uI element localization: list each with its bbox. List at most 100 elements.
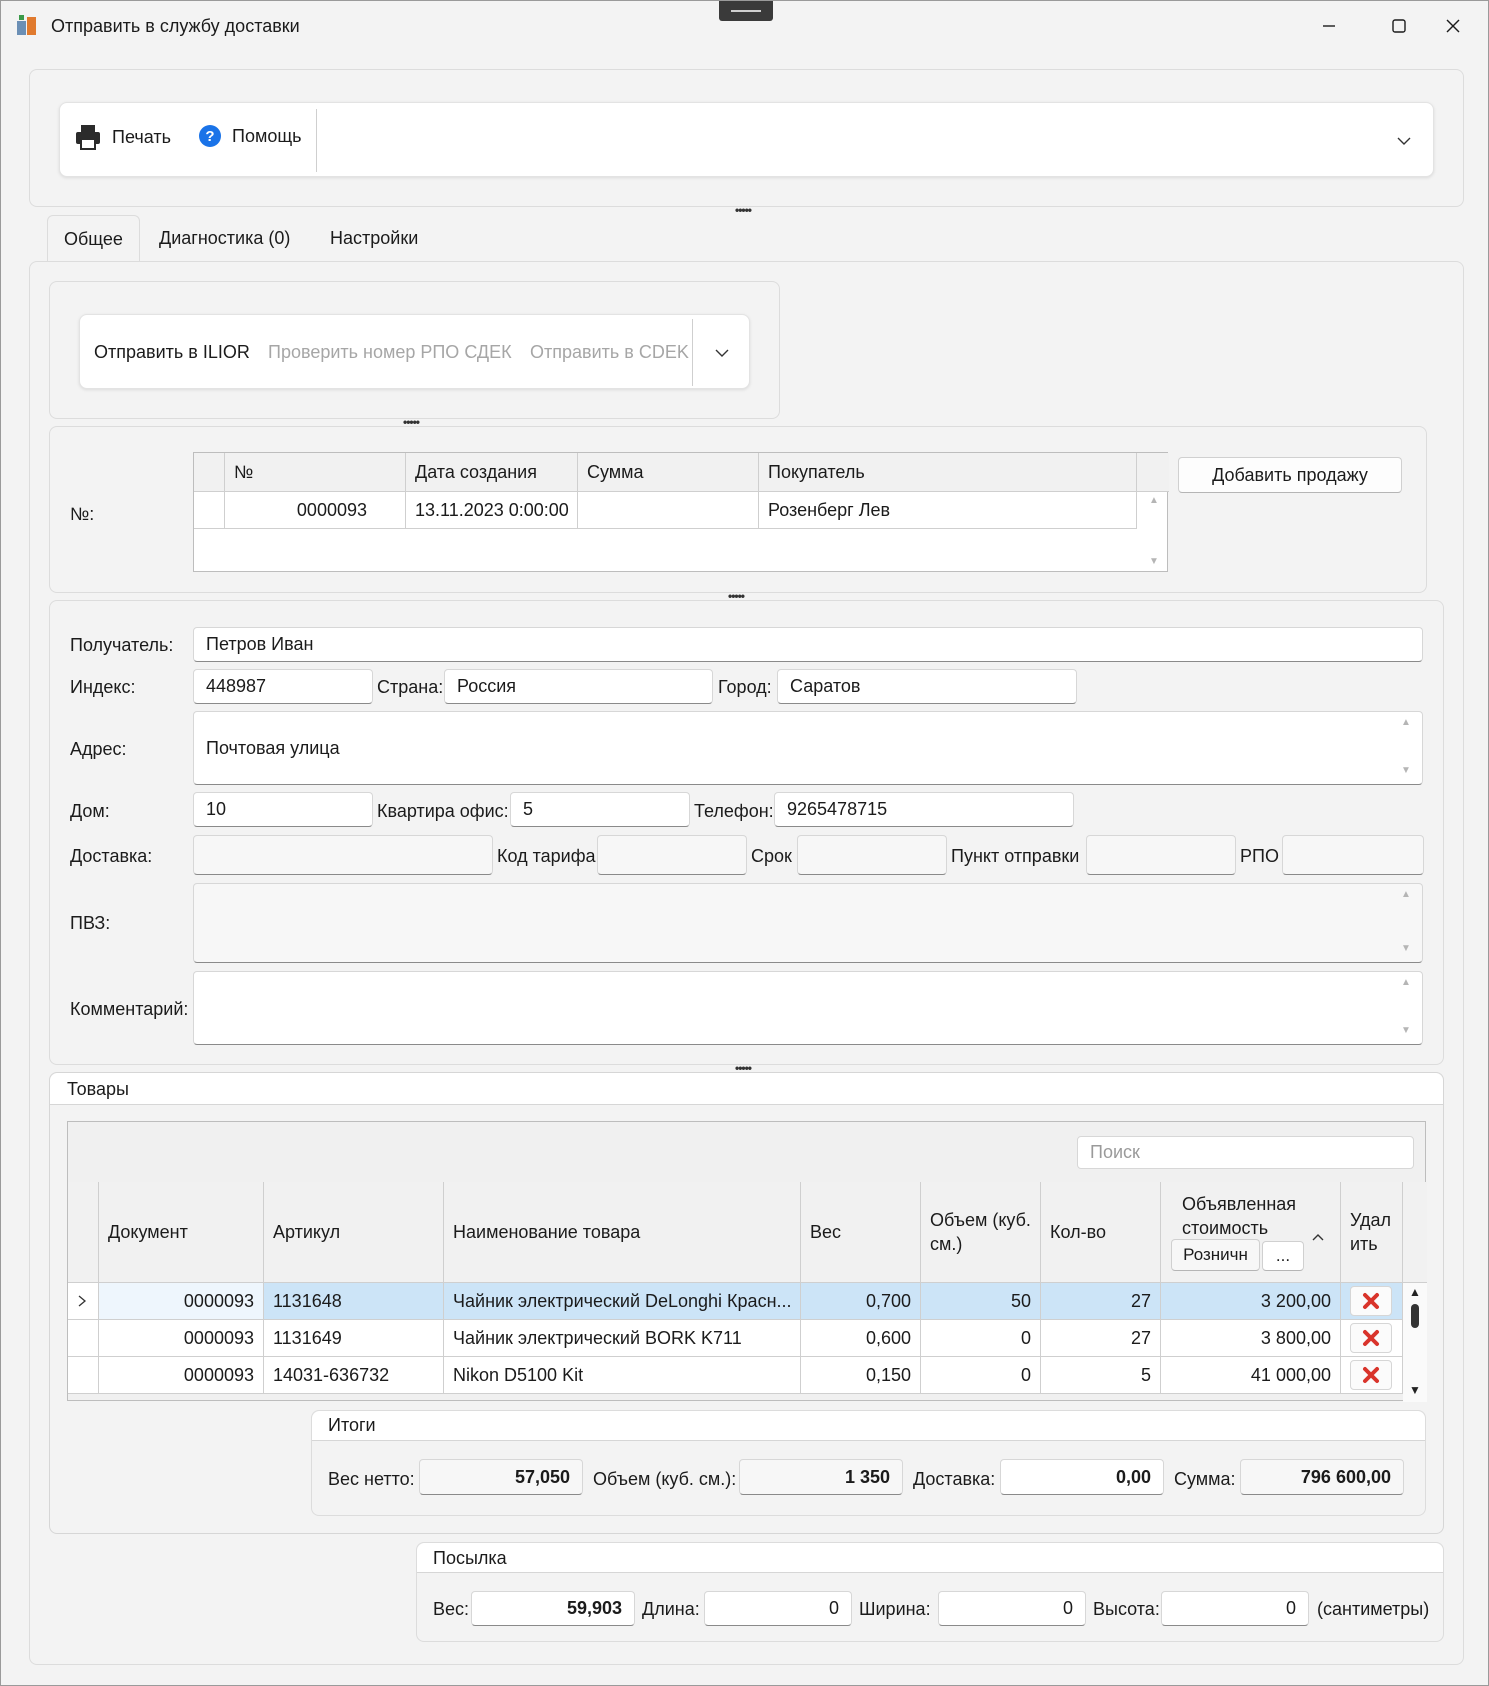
splitter-handle[interactable]: •••••: [728, 590, 745, 602]
term-field[interactable]: [797, 835, 947, 875]
point-field[interactable]: [1086, 835, 1236, 875]
parcel-width-field[interactable]: 0: [938, 1591, 1086, 1626]
apartment-field[interactable]: 5: [510, 792, 690, 827]
goods-name[interactable]: Чайник электрический BORK K711: [444, 1320, 801, 1357]
col-volume[interactable]: Объем (куб. см.): [921, 1182, 1041, 1283]
title-bar[interactable]: Отправить в службу доставки: [1, 1, 1488, 51]
drag-grip[interactable]: [719, 1, 773, 21]
chevron-down-icon[interactable]: [714, 347, 730, 359]
chevron-down-icon[interactable]: [1396, 135, 1412, 147]
goods-search-input[interactable]: Поиск: [1077, 1136, 1414, 1169]
goods-volume[interactable]: 0: [921, 1357, 1041, 1394]
goods-weight[interactable]: 0,600: [801, 1320, 921, 1357]
sale-date[interactable]: 13.11.2023 0:00:00: [406, 492, 578, 529]
row-header[interactable]: [68, 1283, 99, 1320]
goods-cost[interactable]: 41 000,00: [1161, 1357, 1341, 1394]
scroll-up-icon[interactable]: ▲: [1401, 977, 1411, 988]
add-sale-button[interactable]: Добавить продажу: [1178, 457, 1402, 493]
col-article[interactable]: Артикул: [264, 1182, 444, 1283]
goods-scrollbar[interactable]: ▲ ▼: [1403, 1283, 1427, 1402]
goods-name[interactable]: Чайник электрический DeLonghi Красн...: [444, 1283, 801, 1320]
goods-doc[interactable]: 0000093: [99, 1320, 264, 1357]
scroll-down-icon[interactable]: ▼: [1401, 943, 1411, 954]
address-field[interactable]: Почтовая улица: [193, 711, 1423, 785]
index-field[interactable]: 448987: [193, 669, 373, 704]
goods-article[interactable]: 1131649: [264, 1320, 444, 1357]
scroll-up-icon[interactable]: ▲: [1409, 1285, 1421, 1299]
col-number[interactable]: №: [225, 453, 406, 492]
check-rpo-button[interactable]: Проверить номер РПО СДЕК: [268, 342, 512, 363]
tab-diagnostics[interactable]: Диагностика (0): [143, 215, 306, 261]
row-header[interactable]: [68, 1357, 99, 1394]
send-ilior-button[interactable]: Отправить в ILIOR: [94, 342, 250, 363]
col-product-name[interactable]: Наименование товара: [444, 1182, 801, 1283]
goods-weight[interactable]: 0,700: [801, 1283, 921, 1320]
country-field[interactable]: Россия: [444, 669, 713, 704]
delete-row-button[interactable]: [1350, 1286, 1392, 1316]
tariff-field[interactable]: [597, 835, 747, 875]
comment-field[interactable]: [193, 971, 1423, 1045]
sale-sum[interactable]: [578, 492, 759, 529]
goods-quantity[interactable]: 27: [1041, 1320, 1161, 1357]
recipient-field[interactable]: Петров Иван: [193, 627, 1423, 662]
pvz-field[interactable]: [193, 883, 1423, 963]
send-cdek-button[interactable]: Отправить в CDEK: [530, 342, 689, 363]
splitter-handle[interactable]: •••••: [735, 204, 752, 216]
goods-quantity[interactable]: 27: [1041, 1283, 1161, 1320]
phone-field[interactable]: 9265478715: [774, 792, 1074, 827]
delivery-field[interactable]: [193, 835, 493, 875]
help-button[interactable]: ? Помощь: [198, 124, 302, 148]
parcel-length-field[interactable]: 0: [704, 1591, 852, 1626]
goods-cost[interactable]: 3 800,00: [1161, 1320, 1341, 1357]
parcel-height-field[interactable]: 0: [1161, 1591, 1309, 1626]
goods-article[interactable]: 1131648: [264, 1283, 444, 1320]
goods-volume[interactable]: 0: [921, 1320, 1041, 1357]
delivery-cost-field[interactable]: 0,00: [1000, 1459, 1164, 1495]
sort-up-icon[interactable]: [1311, 1232, 1325, 1242]
col-date[interactable]: Дата создания: [406, 453, 578, 492]
city-field[interactable]: Саратов: [777, 669, 1077, 704]
scroll-up-icon[interactable]: ▲: [1401, 889, 1411, 900]
col-delete[interactable]: Удал ить: [1341, 1182, 1403, 1283]
minimize-button[interactable]: [1295, 1, 1363, 51]
goods-grid[interactable]: Поиск Документ Артикул Наименование това…: [67, 1121, 1427, 1402]
close-button[interactable]: [1419, 1, 1487, 51]
row-header[interactable]: [68, 1320, 99, 1357]
row-header[interactable]: [194, 492, 225, 529]
sale-number[interactable]: 0000093: [225, 492, 406, 529]
splitter-handle[interactable]: •••••: [735, 1062, 752, 1074]
col-document[interactable]: Документ: [99, 1182, 264, 1283]
house-field[interactable]: 10: [193, 792, 373, 827]
scroll-down-icon[interactable]: ▼: [1401, 765, 1411, 776]
goods-doc[interactable]: 0000093: [99, 1357, 264, 1394]
scroll-down-icon[interactable]: ▼: [1409, 1383, 1421, 1397]
goods-name[interactable]: Nikon D5100 Kit: [444, 1357, 801, 1394]
price-more-button[interactable]: ...: [1262, 1241, 1304, 1271]
col-sum[interactable]: Сумма: [578, 453, 759, 492]
goods-cost[interactable]: 3 200,00: [1161, 1283, 1341, 1320]
sales-grid[interactable]: № Дата создания Сумма Покупатель 0000093…: [193, 452, 1169, 572]
col-weight[interactable]: Вес: [801, 1182, 921, 1283]
rpo-field[interactable]: [1282, 835, 1424, 875]
goods-article[interactable]: 14031-636732: [264, 1357, 444, 1394]
tab-general[interactable]: Общее: [47, 215, 140, 263]
goods-doc[interactable]: 0000093: [99, 1283, 264, 1320]
price-type-button[interactable]: Розничн: [1171, 1239, 1260, 1271]
scroll-up-icon[interactable]: ▲: [1401, 717, 1411, 728]
scroll-down-icon[interactable]: ▼: [1401, 1025, 1411, 1036]
goods-quantity[interactable]: 5: [1041, 1357, 1161, 1394]
sale-buyer[interactable]: Розенберг Лев: [759, 492, 1137, 529]
print-button[interactable]: Печать: [74, 123, 171, 151]
scroll-thumb[interactable]: [1411, 1304, 1419, 1328]
delete-row-button[interactable]: [1350, 1360, 1392, 1390]
parcel-weight-field[interactable]: 59,903: [471, 1591, 635, 1626]
goods-volume[interactable]: 50: [921, 1283, 1041, 1320]
goods-weight[interactable]: 0,150: [801, 1357, 921, 1394]
col-buyer[interactable]: Покупатель: [759, 453, 1137, 492]
delete-row-button[interactable]: [1350, 1323, 1392, 1353]
splitter-handle[interactable]: •••••: [403, 416, 420, 428]
scroll-up-icon[interactable]: ▲: [1149, 495, 1159, 506]
col-quantity[interactable]: Кол-во: [1041, 1182, 1161, 1283]
scroll-down-icon[interactable]: ▼: [1149, 556, 1159, 567]
tab-settings[interactable]: Настройки: [314, 215, 434, 261]
